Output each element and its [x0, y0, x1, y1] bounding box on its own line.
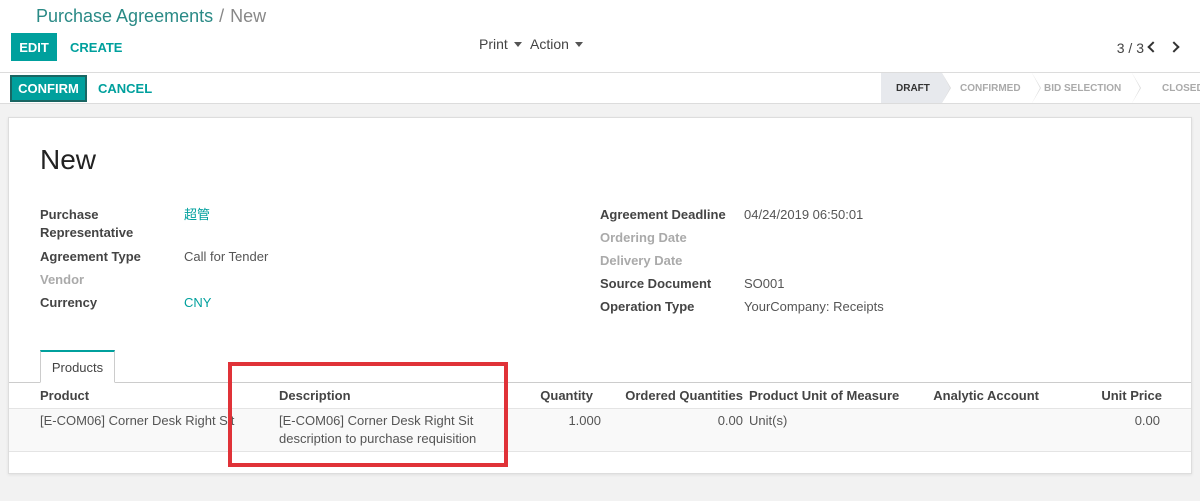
vendor-label: Vendor [40, 272, 85, 287]
cell-quantity[interactable]: 1.000 [509, 412, 601, 430]
caret-down-icon [513, 41, 522, 47]
breadcrumb-current: New [230, 6, 267, 26]
cell-description-line2[interactable]: description to purchase requisition [279, 430, 476, 448]
column-header-analytic-account[interactable]: Analytic Account [909, 388, 1039, 403]
column-header-product[interactable]: Product [40, 388, 89, 403]
pager-next-button[interactable] [1166, 38, 1184, 56]
stage-closed[interactable]: CLOSED [1132, 73, 1200, 103]
cell-uom[interactable]: Unit(s) [749, 412, 787, 430]
agreement-type-value[interactable]: Call for Tender [184, 248, 268, 266]
table-row[interactable]: [E-COM06] Corner Desk Right Sit [E-COM06… [9, 408, 1191, 452]
tab-products[interactable]: Products [40, 350, 115, 383]
form-sheet: New Purchase Representative 超管 Agreement… [8, 117, 1192, 474]
stage-bid-selection-label: BID SELECTION [1044, 82, 1122, 94]
currency-value[interactable]: CNY [184, 294, 211, 312]
purchase-representative-label: Purchase Representative [40, 207, 134, 240]
operation-type-label: Operation Type [600, 299, 695, 314]
column-header-product-uom[interactable]: Product Unit of Measure [749, 388, 899, 403]
breadcrumb-separator: / [219, 6, 225, 26]
breadcrumb-purchase-agreements[interactable]: Purchase Agreements [36, 6, 213, 26]
action-dropdown-label: Action [530, 36, 569, 52]
pager-value[interactable]: 3 / 3 [1117, 40, 1144, 56]
confirm-button[interactable]: CONFIRM [10, 75, 87, 102]
page-title: New [40, 144, 97, 175]
print-dropdown-label: Print [479, 36, 508, 52]
stage-pipeline: DRAFT CONFIRMED BID SELECTION CLOSED [881, 73, 1200, 103]
cancel-button[interactable]: CANCEL [98, 81, 152, 96]
tab-divider [9, 382, 1191, 383]
operation-type-value[interactable]: YourCompany: Receipts [744, 298, 884, 316]
pager-previous-button[interactable] [1142, 38, 1160, 56]
source-document-label: Source Document [600, 276, 712, 291]
edit-button[interactable]: EDIT [11, 33, 57, 61]
print-dropdown[interactable]: Print [479, 36, 522, 52]
column-header-ordered-quantities[interactable]: Ordered Quantities [623, 388, 743, 403]
stage-draft[interactable]: DRAFT [881, 73, 951, 103]
stage-closed-label: CLOSED [1162, 82, 1200, 94]
create-button[interactable]: CREATE [70, 40, 122, 55]
agreement-type-label: Agreement Type [40, 249, 141, 264]
cell-description-line1[interactable]: [E-COM06] Corner Desk Right Sit [279, 412, 473, 430]
delivery-date-label: Delivery Date [600, 253, 683, 268]
chevron-left-icon [1146, 41, 1159, 53]
control-panel: Purchase Agreements / New EDIT CREATE Prin… [0, 0, 1200, 73]
stage-draft-label: DRAFT [896, 82, 930, 94]
column-header-unit-price[interactable]: Unit Price [1069, 388, 1162, 403]
chevron-right-icon [1167, 41, 1180, 53]
cell-unit-price[interactable]: 0.00 [1069, 412, 1160, 430]
agreement-deadline-value[interactable]: 04/24/2019 06:50:01 [744, 206, 863, 224]
column-header-description[interactable]: Description [279, 388, 351, 403]
agreement-deadline-label: Agreement Deadline [600, 207, 726, 222]
purchase-representative-value[interactable]: 超管 [184, 206, 210, 224]
stage-bid-selection[interactable]: BID SELECTION [1032, 73, 1141, 103]
cell-product[interactable]: [E-COM06] Corner Desk Right Sit [40, 412, 234, 430]
source-document-value[interactable]: SO001 [744, 275, 784, 293]
currency-label: Currency [40, 295, 98, 310]
column-header-quantity[interactable]: Quantity [509, 388, 593, 403]
stage-confirmed-label: CONFIRMED [960, 82, 1021, 94]
caret-down-icon [574, 41, 583, 47]
ordering-date-label: Ordering Date [600, 230, 687, 245]
action-dropdown[interactable]: Action [530, 36, 583, 52]
status-bar: CONFIRM CANCEL DRAFT CONFIRMED BID SELEC… [0, 73, 1200, 104]
breadcrumb: Purchase Agreements / New [36, 6, 266, 27]
stage-confirmed[interactable]: CONFIRMED [942, 73, 1041, 103]
cell-ordered-quantities[interactable]: 0.00 [623, 412, 743, 430]
